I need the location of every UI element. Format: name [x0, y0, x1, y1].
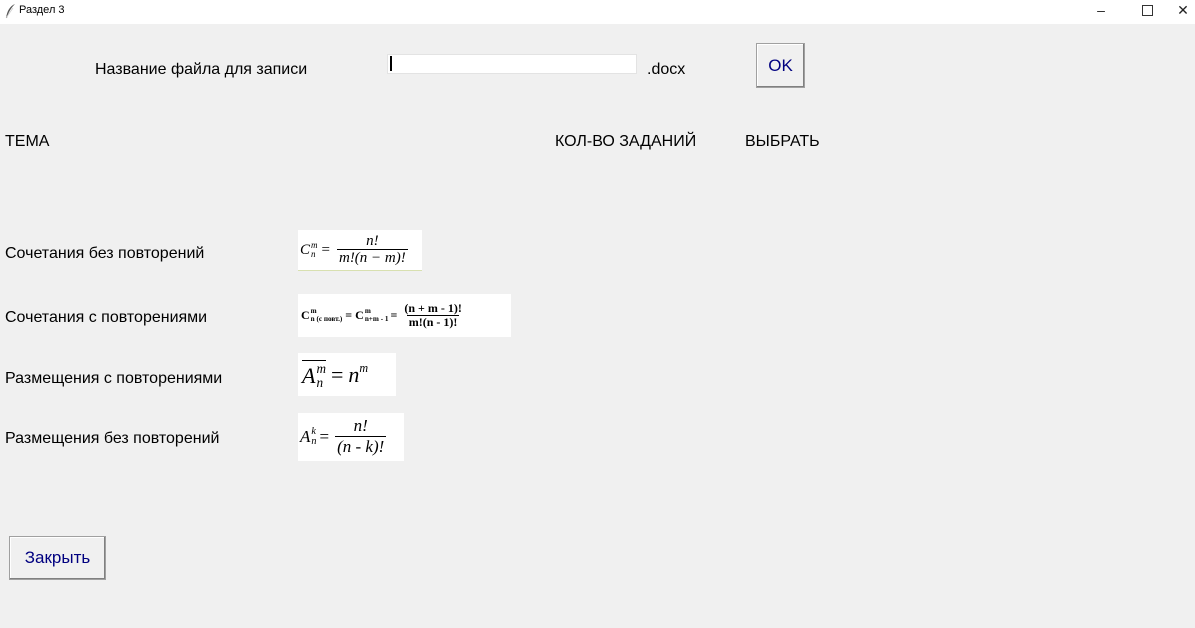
topic-label-combinations-repeat: Сочетания с повторениями	[5, 309, 208, 326]
text-caret	[390, 56, 392, 71]
filename-input[interactable]	[387, 54, 637, 74]
extension-label: .docx	[647, 61, 686, 78]
formula-arrangements-repeat: Amn = n m	[298, 353, 396, 396]
feather-icon	[5, 4, 15, 19]
topic-label-arrangements-no-repeat: Размещения без повторений	[5, 430, 220, 447]
formula-combinations-no-repeat: C mn = n! m!(n − m)!	[298, 230, 422, 271]
close-icon[interactable]: ✕	[1168, 0, 1195, 22]
close-button[interactable]: Закрыть	[9, 536, 106, 580]
topic-label-arrangements-repeat: Размещения с повторениями	[5, 370, 223, 387]
header-select: ВЫБРАТЬ	[745, 133, 820, 150]
formula-arrangements-no-repeat: A kn = n! (n - k)!	[298, 413, 404, 461]
maximize-icon[interactable]	[1132, 0, 1162, 22]
header-task-count: КОЛ-ВО ЗАДАНИЙ	[555, 133, 697, 150]
title-bar: Раздел 3 – ✕	[0, 0, 1195, 24]
topic-label-combinations-no-repeat: Сочетания без повторений	[5, 245, 205, 262]
ok-button[interactable]: OK	[756, 43, 805, 88]
formula-combinations-repeat: C mn (с повт.) = C m n+m - 1 = (n + m - 1…	[298, 294, 511, 337]
window-title: Раздел 3	[19, 4, 65, 16]
filename-label: Название файла для записи	[95, 61, 308, 78]
minimize-icon[interactable]: –	[1086, 0, 1116, 22]
header-topic: ТЕМА	[5, 133, 50, 150]
